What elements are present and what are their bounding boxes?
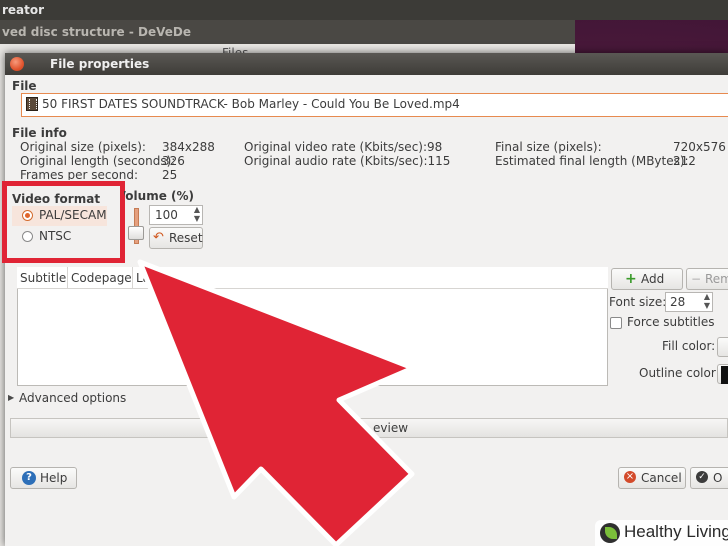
watermark-text: Healthy Living bbox=[624, 522, 728, 541]
annotation-arrow-layer bbox=[137, 259, 416, 546]
red-arrow-annotation bbox=[137, 259, 416, 546]
